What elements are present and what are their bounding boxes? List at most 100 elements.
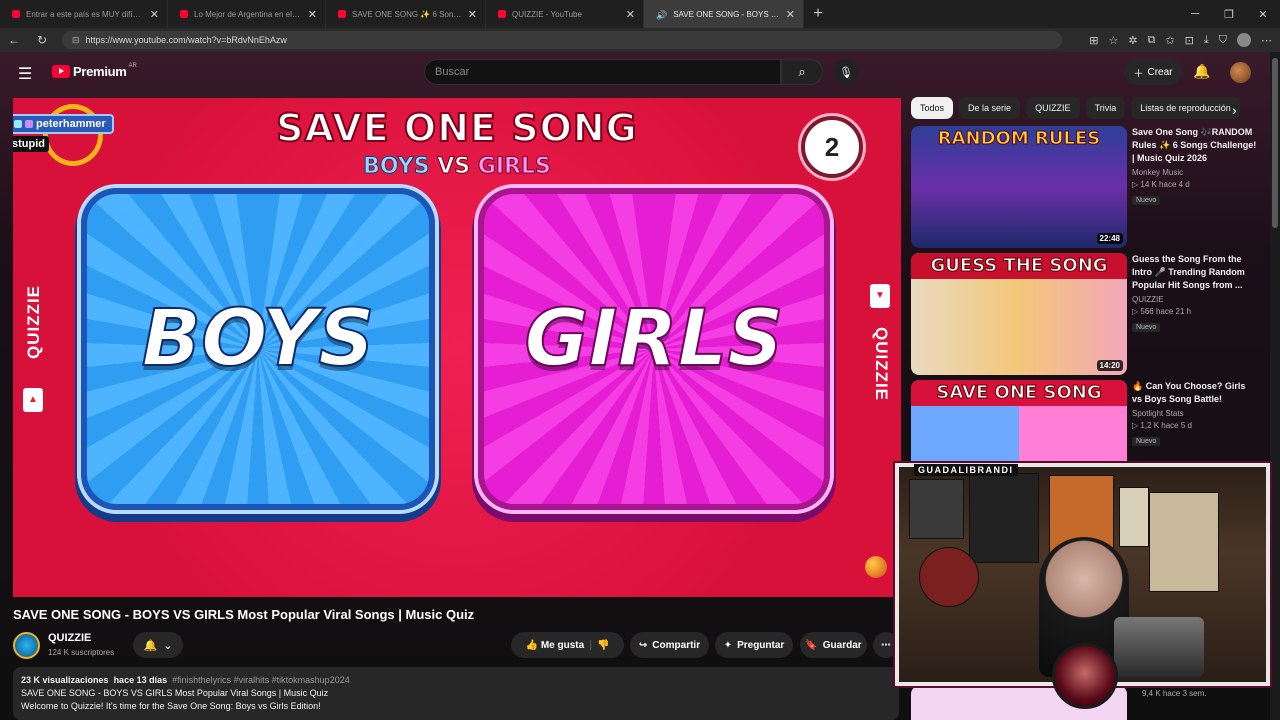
recommendation-stats: ▷ 566 hace 21 h	[1132, 307, 1192, 316]
dislike-icon[interactable]: 👎	[597, 640, 609, 651]
recommendation-thumbnail[interactable]: GUESS THE SONG 14:20	[911, 253, 1127, 375]
plus-icon: ＋	[1133, 68, 1144, 80]
ask-button[interactable]: ✦ Preguntar	[715, 632, 793, 658]
save-button[interactable]: 🔖 Guardar	[800, 632, 867, 658]
close-tab-icon[interactable]: ✕	[468, 8, 477, 21]
create-label: Crear	[1147, 66, 1173, 78]
split-screen-icon[interactable]: ⧉	[1148, 34, 1156, 47]
recommendation-channel[interactable]: Monkey Music	[1132, 168, 1257, 177]
new-badge: Nuevo	[1132, 437, 1161, 446]
back-icon[interactable]: ←	[0, 33, 28, 47]
masthead: ☰ Premium AR Buscar ⌕ 🎙 ＋ Crear 🔔	[0, 52, 1270, 92]
recommendation-item[interactable]: RANDOM RULES 22:48 Save One Song 🎶RANDOM…	[911, 126, 1257, 248]
filter-chips: Todos De la serie QUIZZIE Trivia Listas …	[911, 97, 1251, 121]
recommendation-item[interactable]: GUESS THE SONG 14:20 Guess the Song From…	[911, 253, 1257, 375]
search-input[interactable]: Buscar	[424, 59, 781, 85]
app-icon[interactable]: ⊞	[1089, 34, 1098, 47]
recommendation-meta: 🔥 Can You Choose? Girls vs Boys Song Bat…	[1132, 380, 1257, 448]
recommendation-title[interactable]: Save One Song 🎶RANDOM Rules ✨ 6 Songs Ch…	[1132, 126, 1257, 165]
new-tab-button[interactable]: +	[804, 0, 832, 28]
user-avatar[interactable]	[1230, 62, 1251, 83]
view-count: 23 K visualizaciones	[21, 675, 109, 685]
hashtags[interactable]: #finishthelyrics #viralhits #tiktokmashu…	[172, 675, 350, 685]
tab-label: SAVE ONE SONG ✨ 6 Songs Challenge	[352, 9, 462, 19]
close-tab-icon[interactable]: ✕	[786, 8, 795, 21]
girls-card: GIRLS	[478, 188, 830, 510]
poster	[909, 479, 964, 539]
chip-quizzie[interactable]: QUIZZIE	[1026, 97, 1080, 119]
recommendation-title[interactable]: 🔥 Can You Choose? Girls vs Boys Song Bat…	[1132, 380, 1257, 406]
window-controls: ─ ❐ ✕	[1178, 0, 1280, 28]
voice-search-button[interactable]: 🎙	[833, 59, 859, 85]
channel-avatar[interactable]	[13, 632, 40, 659]
video-frame-title: SAVE ONE SONG	[275, 105, 638, 151]
close-tab-icon[interactable]: ✕	[308, 8, 317, 21]
youtube-logo[interactable]: Premium AR	[52, 63, 137, 79]
site-info-icon[interactable]: ⊟	[72, 35, 80, 46]
notifications-bell-icon[interactable]: 🔔	[1193, 63, 1210, 80]
video-player[interactable]: SAVE ONE SONG BOYS VS GIRLS 2 BOYS GIRLS…	[13, 98, 901, 597]
chevron-right-icon[interactable]: ›	[1232, 102, 1237, 118]
close-window-icon[interactable]: ✕	[1246, 0, 1280, 28]
recommendation-thumbnail[interactable]: SAVE ONE SONG	[911, 380, 1127, 468]
description-line-2: Welcome to Quizzie! It's time for the Sa…	[21, 701, 321, 711]
chip-listas[interactable]: Listas de reproducción	[1131, 97, 1240, 119]
side-label-right: ▼ QUIZZIE	[870, 284, 891, 424]
duration-badge: 14:20	[1096, 360, 1123, 371]
recommendation-channel[interactable]: Spotlight Stats	[1132, 409, 1257, 418]
subscription-bell-button[interactable]: 🔔 ⌄	[133, 632, 183, 658]
more-icon[interactable]: ⋯	[1261, 34, 1272, 47]
browser-tab-4[interactable]: QUIZZIE - YouTube ✕	[486, 0, 644, 28]
share-label: Compartir	[652, 639, 701, 651]
recommendation-thumbnail[interactable]: RANDOM RULES 22:48	[911, 126, 1127, 248]
create-button[interactable]: ＋ Crear	[1124, 59, 1182, 85]
youtube-favicon-icon	[180, 10, 188, 18]
arrow-up-icon: ▲	[23, 388, 43, 412]
restore-icon[interactable]: ❐	[1212, 0, 1246, 28]
chip-de-la-serie[interactable]: De la serie	[959, 97, 1021, 119]
chip-todos[interactable]: Todos	[911, 97, 954, 119]
like-button[interactable]: 👍 Me gusta	[526, 640, 585, 651]
menu-icon[interactable]: ☰	[18, 64, 32, 84]
poster	[969, 473, 1039, 563]
recommendation-item[interactable]: SAVE ONE SONG 🔥 Can You Choose? Girls vs…	[911, 380, 1257, 468]
search-button[interactable]: ⌕	[781, 59, 823, 85]
favorites-icon[interactable]: ✩	[1165, 34, 1174, 47]
stream-chat-overlay: peterhammer stupid	[13, 114, 114, 152]
sparkle-icon: ✦	[723, 639, 733, 651]
recommendation-channel[interactable]: QUIZZIE	[1132, 295, 1257, 304]
page-scrollbar[interactable]	[1270, 52, 1280, 720]
chip-trivia[interactable]: Trivia	[1085, 97, 1126, 119]
browser-toolbar-icons: ⊞ ☆ ✲ ⧉ ✩ ⊡ ⤓ ⛉ ⋯	[1089, 28, 1272, 52]
side-label-text: QUIZZIE	[24, 284, 43, 360]
close-tab-icon[interactable]: ✕	[150, 8, 159, 21]
collections-icon[interactable]: ⊡	[1185, 34, 1194, 47]
profile-avatar[interactable]	[1237, 33, 1251, 47]
browser-tab-2[interactable]: Lo Mejor de Argentina en el Mundial... ✕	[168, 0, 326, 28]
reload-icon[interactable]: ↻	[28, 33, 56, 47]
close-tab-icon[interactable]: ✕	[626, 8, 635, 21]
youtube-favicon-icon	[498, 10, 506, 18]
like-label: Me gusta	[540, 639, 585, 651]
channel-name[interactable]: QUIZZIE	[48, 632, 91, 644]
minimize-icon[interactable]: ─	[1178, 0, 1212, 28]
recommendation-meta: Guess the Song From the Intro 🎤 Trending…	[1132, 253, 1257, 334]
share-button[interactable]: ↪ Compartir	[630, 632, 709, 658]
browser-tab-3[interactable]: SAVE ONE SONG ✨ 6 Songs Challenge ✕	[326, 0, 486, 28]
browser-tab-1[interactable]: Entrar a este país es MUY difícil y... ✕	[0, 0, 168, 28]
ask-label: Preguntar	[737, 639, 785, 651]
downloads-icon[interactable]: ⤓	[1204, 34, 1209, 47]
recommendation-title[interactable]: Guess the Song From the Intro 🎤 Trending…	[1132, 253, 1257, 292]
heart-badge-icon	[25, 120, 33, 128]
scrollbar-thumb[interactable]	[1272, 58, 1278, 228]
new-badge: Nuevo	[1132, 196, 1161, 205]
description-box[interactable]: 23 K visualizaciones hace 13 días #finis…	[13, 667, 899, 720]
url-field[interactable]: ⊟ https://www.youtube.com/watch?v=bRdvNn…	[62, 31, 1062, 49]
new-badge: Nuevo	[1132, 323, 1161, 332]
subtitle-boys: BOYS	[363, 154, 430, 180]
boys-card-text: BOYS	[141, 293, 376, 385]
shield-icon[interactable]: ⛉	[1219, 34, 1227, 47]
favorite-star-icon[interactable]: ☆	[1108, 34, 1118, 47]
browser-tab-5-active[interactable]: 🔊 SAVE ONE SONG - BOYS VS G ✕	[644, 0, 804, 28]
extensions-icon[interactable]: ✲	[1128, 34, 1137, 47]
